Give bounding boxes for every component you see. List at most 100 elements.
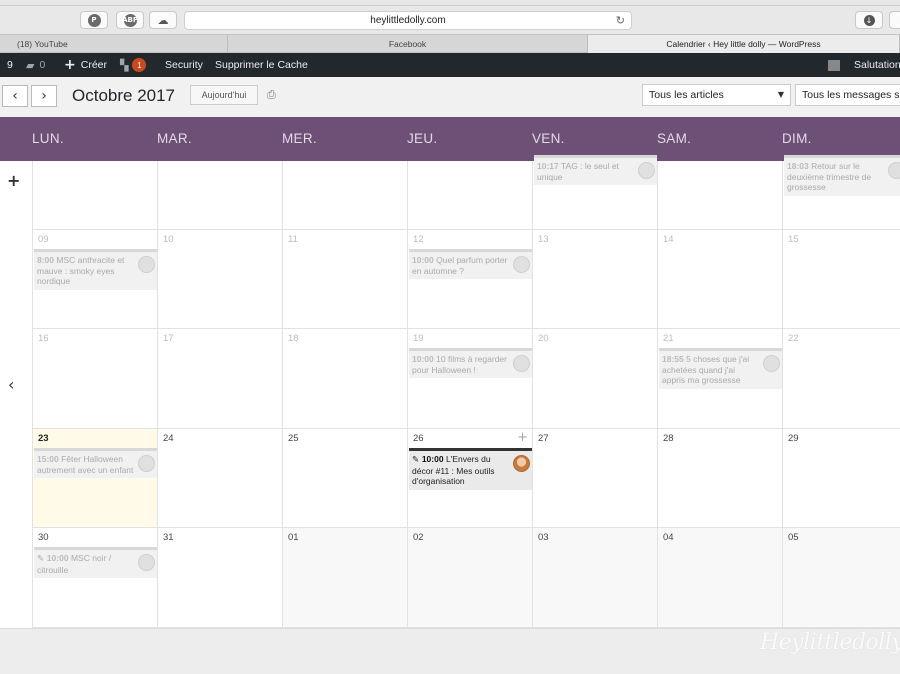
- tab-calendrier[interactable]: Calendrier ‹ Hey little dolly — WordPres…: [588, 35, 900, 53]
- day-cell[interactable]: 14: [658, 230, 783, 329]
- pencil-icon: ✎: [412, 455, 422, 465]
- day-cell[interactable]: 17: [158, 329, 283, 429]
- day-cell[interactable]: 13: [533, 230, 658, 329]
- day-cell[interactable]: 12 10:00 Quel parfum porter en automne ?: [408, 230, 533, 329]
- chevron-right-icon: ›: [41, 88, 47, 104]
- comments-link[interactable]: ▰ 0: [26, 53, 45, 77]
- day-cell[interactable]: 24: [158, 429, 283, 528]
- downloads-button[interactable]: ↓: [855, 11, 883, 29]
- day-cell[interactable]: 10: [158, 230, 283, 329]
- day-cell[interactable]: [283, 161, 408, 230]
- toolbar-extra-button[interactable]: [889, 11, 900, 29]
- security-label: Security: [165, 59, 203, 71]
- event-time: 8:00: [37, 255, 55, 265]
- calendar-event[interactable]: 10:17 TAG : le seul et unique: [534, 155, 657, 185]
- event-time: 18:55: [662, 354, 684, 364]
- next-month-button[interactable]: ›: [31, 85, 57, 107]
- day-cell[interactable]: 25: [283, 429, 408, 528]
- day-cell[interactable]: 23 15:00 Fêter Halloween autrement avec u…: [33, 429, 158, 528]
- author-avatar: [763, 355, 780, 372]
- day-cell[interactable]: 26 + ✎ 10:00 L'Envers du décor #11 : Mes o…: [408, 429, 533, 528]
- print-icon[interactable]: ⎙: [267, 88, 276, 102]
- author-avatar: [138, 256, 155, 273]
- today-button[interactable]: Aujourd'hui: [190, 85, 258, 105]
- url-bar[interactable]: heylittledolly.com ↻: [184, 11, 632, 30]
- plus-icon: +: [64, 57, 76, 73]
- day-cell[interactable]: [158, 161, 283, 230]
- day-cell[interactable]: 02: [408, 528, 533, 628]
- pinterest-extension-button[interactable]: P: [80, 11, 108, 29]
- day-number: 19: [413, 333, 424, 344]
- clear-cache-menu[interactable]: Supprimer le Cache: [215, 53, 308, 77]
- day-number: 25: [288, 433, 299, 444]
- tab-youtube[interactable]: (18) YouTube: [0, 35, 228, 53]
- tab-facebook[interactable]: Facebook: [228, 35, 588, 53]
- weekday-wed: MER.: [282, 131, 317, 146]
- adblock-extension-button[interactable]: ABP: [116, 11, 144, 29]
- calendar-event[interactable]: 15:00 Fêter Halloween autrement avec un …: [34, 448, 157, 478]
- articles-filter-select[interactable]: Tous les articles ▼: [642, 84, 791, 106]
- day-cell[interactable]: 03: [533, 528, 658, 628]
- author-avatar: [513, 355, 530, 372]
- week-side-column: + ‹: [0, 161, 33, 628]
- day-cell[interactable]: 11: [283, 230, 408, 329]
- calendar-event[interactable]: 10:00 Quel parfum porter en automne ?: [409, 249, 532, 279]
- calendar-header: ‹ › Octobre 2017 Aujourd'hui ⎙ Tous les …: [0, 77, 900, 117]
- add-post-button[interactable]: +: [7, 171, 20, 190]
- weekday-thu: JEU.: [407, 131, 438, 146]
- pinterest-icon: P: [87, 13, 101, 27]
- day-cell[interactable]: 09 8:00 MSC anthracite et mauve : smoky e…: [33, 230, 158, 329]
- event-time: 10:00: [421, 454, 444, 464]
- day-cell[interactable]: 19 10:00 10 films à regarder pour Hallowe…: [408, 329, 533, 429]
- url-text: heylittledolly.com: [370, 15, 446, 26]
- create-label: Créer: [80, 59, 107, 71]
- calendar-event[interactable]: 18:03 Retour sur le deuxième trimestre d…: [784, 155, 900, 196]
- day-cell[interactable]: 21 18:55 5 choses que j'ai achetées quand…: [658, 329, 783, 429]
- updates-count: 9: [7, 59, 13, 71]
- calendar-event[interactable]: 10:00 10 films à regarder pour Halloween…: [409, 348, 532, 378]
- day-number: 11: [288, 234, 298, 245]
- calendar-event[interactable]: 8:00 MSC anthracite et mauve : smoky eye…: [34, 249, 157, 290]
- day-cell[interactable]: 29: [783, 429, 900, 528]
- watermark: Heylittledolly: [760, 630, 900, 655]
- calendar-event[interactable]: 18:55 5 choses que j'ai achetées quand j…: [659, 348, 782, 389]
- day-cell[interactable]: 28: [658, 429, 783, 528]
- day-cell[interactable]: 16: [33, 329, 158, 429]
- prev-month-button[interactable]: ‹: [2, 85, 28, 107]
- day-cell[interactable]: 01: [283, 528, 408, 628]
- event-time: 10:00: [412, 354, 434, 364]
- reload-icon[interactable]: ↻: [616, 14, 625, 27]
- comments-count: 0: [39, 59, 46, 71]
- add-post-icon[interactable]: +: [517, 430, 528, 445]
- yoast-icon: ▚: [120, 58, 129, 72]
- calendar-event[interactable]: ✎ 10:00 L'Envers du décor #11 : Mes outi…: [409, 448, 532, 490]
- day-cell[interactable]: [658, 161, 783, 230]
- yoast-menu[interactable]: ▚ 1: [120, 53, 147, 77]
- day-number: 03: [538, 532, 549, 543]
- messages-filter-select[interactable]: Tous les messages s: [795, 84, 900, 106]
- day-cell[interactable]: 04: [658, 528, 783, 628]
- event-time: 15:00: [37, 454, 59, 464]
- chevron-left-icon[interactable]: ‹: [8, 375, 14, 394]
- day-cell[interactable]: [408, 161, 533, 230]
- day-cell[interactable]: [33, 161, 158, 230]
- day-cell[interactable]: 18:03 Retour sur le deuxième trimestre d…: [783, 155, 900, 230]
- account-menu[interactable]: Salutation: [828, 53, 900, 77]
- cloud-extension-button[interactable]: ☁: [149, 11, 177, 29]
- create-menu[interactable]: + Créer: [64, 53, 107, 77]
- day-cell[interactable]: 15: [783, 230, 900, 329]
- day-cell[interactable]: 27: [533, 429, 658, 528]
- day-cell[interactable]: 18: [283, 329, 408, 429]
- security-menu[interactable]: Security: [165, 53, 203, 77]
- day-cell[interactable]: 10:17 TAG : le seul et unique: [533, 155, 658, 230]
- weekday-tue: MAR.: [157, 131, 192, 146]
- updates-link[interactable]: 9: [7, 53, 13, 77]
- calendar-event[interactable]: ✎ 10:00 MSC noir / citrouille: [34, 547, 157, 578]
- day-cell[interactable]: 05: [783, 528, 900, 628]
- download-icon: ↓: [863, 14, 875, 26]
- day-cell[interactable]: 31: [158, 528, 283, 628]
- weekday-mon: LUN.: [32, 131, 64, 146]
- day-cell[interactable]: 22: [783, 329, 900, 429]
- day-cell[interactable]: 30 ✎ 10:00 MSC noir / citrouille: [33, 528, 158, 628]
- day-cell[interactable]: 20: [533, 329, 658, 429]
